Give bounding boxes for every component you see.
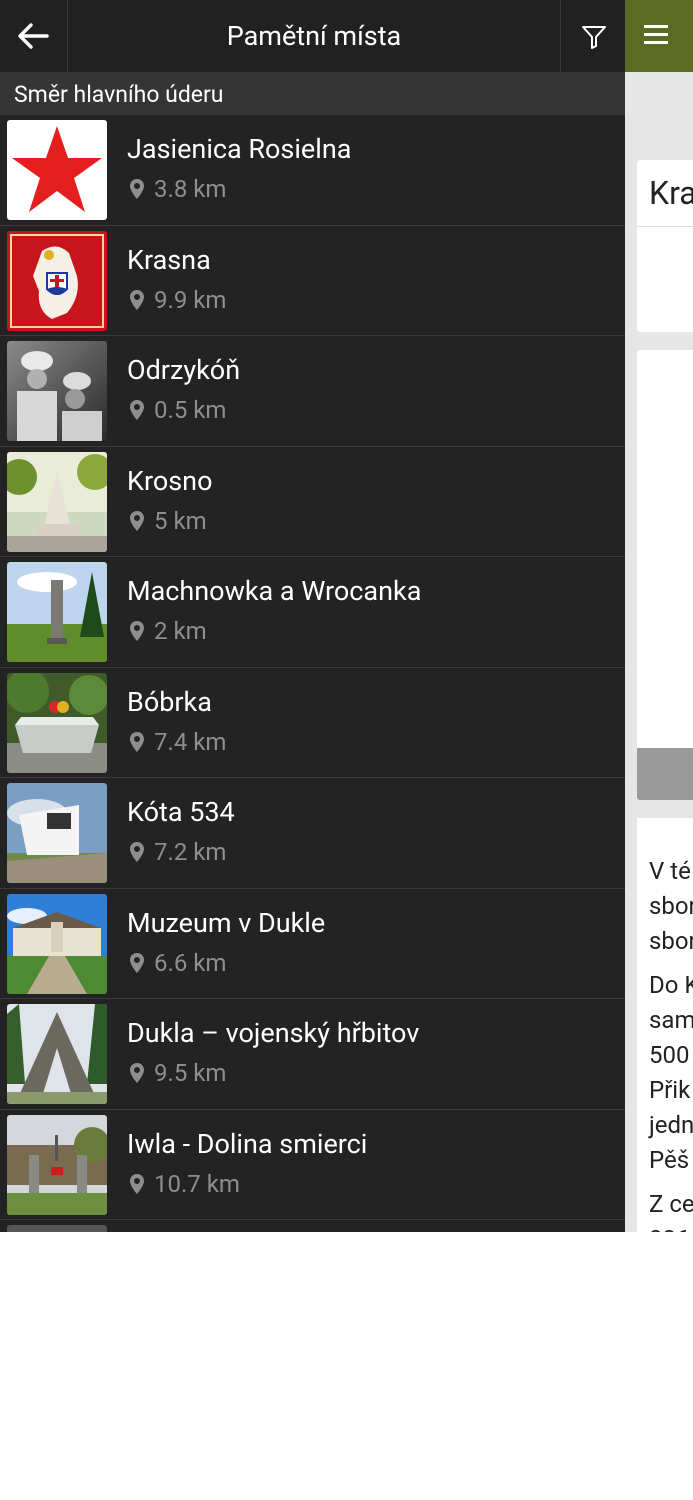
list-item[interactable]: Bóbrka 7.4 km	[0, 668, 625, 778]
item-distance: 7.2 km	[130, 838, 226, 866]
list-item[interactable]: Kóta 534 7.2 km	[0, 778, 625, 889]
item-distance: 9.5 km	[130, 1059, 226, 1087]
thumbnail-image	[7, 1225, 107, 1232]
thumbnail-image	[7, 1004, 107, 1104]
thumbnail-image	[7, 783, 107, 883]
list-item[interactable]: Dukla – vojenský hřbitov 9.5 km	[0, 999, 625, 1110]
thumbnail-image	[7, 120, 107, 220]
location-pin-icon	[130, 842, 144, 862]
detail-text-line: jedn	[649, 1111, 693, 1139]
item-distance: 0.5 km	[130, 396, 226, 424]
list-item[interactable]: Krasna 9.9 km	[0, 226, 625, 336]
detail-panel: Kra V té sbor sbor Do K sam 500 Přik jed…	[625, 72, 693, 1232]
item-name: Dukla – vojenský hřbitov	[127, 1017, 420, 1049]
thumbnail-image	[7, 672, 107, 773]
item-name: Bóbrka	[127, 685, 212, 718]
detail-image-card	[637, 350, 693, 800]
list-item[interactable]: Muzeum v Dukle 6.6 km	[0, 889, 625, 999]
detail-text-line: Pěš	[649, 1146, 690, 1174]
location-pin-icon	[130, 179, 144, 199]
list-item[interactable]	[0, 1220, 625, 1232]
detail-text-line: 500	[649, 1041, 690, 1069]
detail-text-card: V té sbor sbor Do K sam 500 Přik jedn Pě…	[637, 818, 693, 1232]
section-header: Směr hlavního úderu	[0, 72, 625, 115]
app-bar	[625, 0, 693, 72]
filter-icon	[582, 26, 606, 49]
item-distance: 2 km	[130, 617, 207, 645]
item-name: Kóta 534	[127, 796, 235, 828]
detail-title-card: Kra	[637, 160, 693, 332]
image-caption-bar	[637, 748, 693, 800]
location-pin-icon	[130, 731, 144, 752]
drawer-toolbar: Pamětní místa	[0, 0, 625, 72]
detail-text-line: sam	[649, 1006, 693, 1034]
location-pin-icon	[130, 510, 144, 531]
filter-button[interactable]	[560, 0, 625, 72]
item-distance: 3.8 km	[130, 175, 226, 203]
back-button[interactable]	[0, 0, 68, 72]
item-distance: 9.9 km	[130, 286, 226, 314]
detail-text-line: Do K	[649, 971, 693, 999]
thumbnail-image	[7, 1114, 107, 1215]
page-title: Pamětní místa	[226, 20, 402, 52]
item-distance: 5 km	[130, 507, 207, 535]
location-pin-icon	[130, 621, 144, 641]
item-name: Krasna	[127, 243, 211, 276]
item-distance: 10.7 km	[130, 1170, 240, 1198]
location-pin-icon	[130, 289, 144, 310]
divider	[637, 226, 693, 227]
thumbnail-image	[7, 451, 107, 552]
list-item[interactable]: Machnowka a Wrocanka 2 km	[0, 557, 625, 668]
places-drawer: Pamětní místa Směr hlavního úderu Jasien…	[0, 0, 625, 1232]
detail-title: Kra	[649, 174, 693, 212]
item-distance: 7.4 km	[130, 728, 226, 756]
item-name: Iwla - Dolina smierci	[127, 1127, 368, 1160]
list-item[interactable]: Krosno 5 km	[0, 447, 625, 557]
detail-text-line: Přik	[649, 1076, 691, 1104]
detail-text-line: sbor	[649, 892, 693, 920]
thumbnail-image	[7, 230, 107, 331]
arrow-left-icon	[18, 23, 49, 49]
thumbnail-image	[7, 893, 107, 994]
item-name: Jasienica Rosielna	[127, 133, 352, 165]
item-name: Krosno	[127, 464, 213, 497]
location-pin-icon	[130, 1173, 144, 1194]
detail-text-line: sbor	[649, 927, 693, 955]
list-item[interactable]: Odrzykóň 0.5 km	[0, 336, 625, 447]
item-name: Machnowka a Wrocanka	[127, 575, 422, 607]
detail-text-line: V té	[649, 857, 691, 885]
detail-text-line: 226	[637, 1222, 693, 1232]
menu-icon[interactable]	[644, 25, 668, 47]
location-pin-icon	[130, 400, 144, 420]
item-name: Odrzykóň	[127, 354, 241, 386]
detail-text-line: Z ce	[649, 1190, 693, 1218]
thumbnail-image	[7, 341, 107, 441]
list-item[interactable]: Iwla - Dolina smierci 10.7 km	[0, 1110, 625, 1220]
places-list: Jasienica Rosielna 3.8 km Krasna 9.9 km …	[0, 115, 625, 1232]
location-pin-icon	[130, 952, 144, 973]
list-item[interactable]: Jasienica Rosielna 3.8 km	[0, 115, 625, 226]
item-distance: 6.6 km	[130, 949, 226, 977]
location-pin-icon	[130, 1063, 144, 1083]
item-name: Muzeum v Dukle	[127, 906, 326, 939]
thumbnail-image	[7, 562, 107, 662]
